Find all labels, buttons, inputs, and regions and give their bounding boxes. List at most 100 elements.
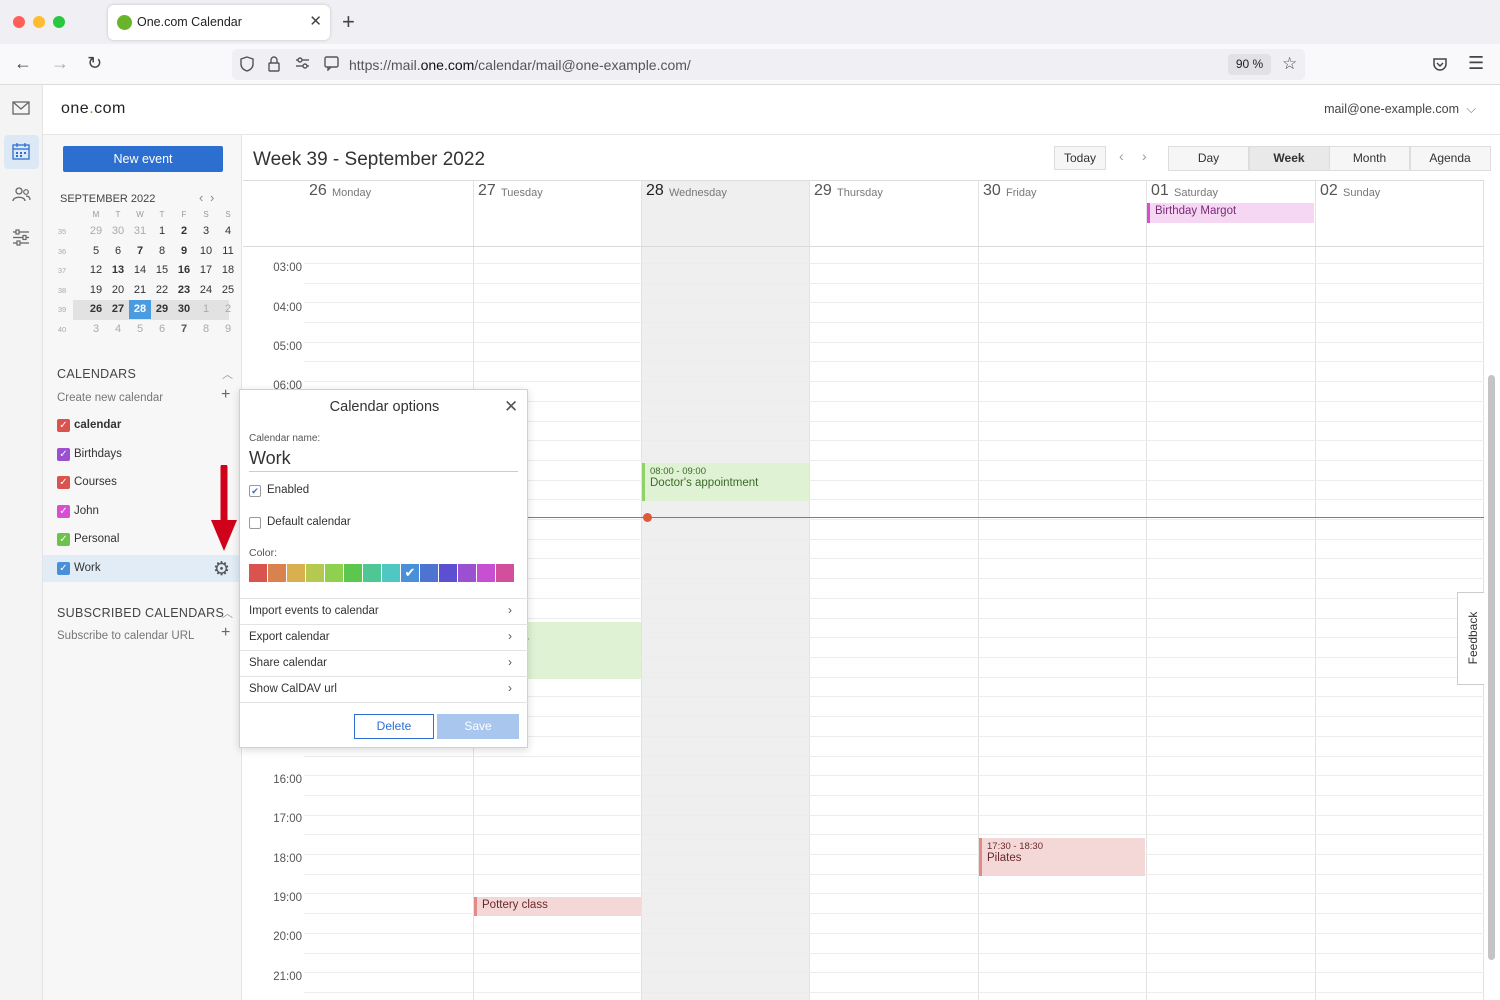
color-swatch[interactable]	[268, 564, 286, 582]
mini-day[interactable]: 11	[217, 242, 239, 261]
close-tab-icon[interactable]: ✕	[309, 12, 322, 30]
day-column-header[interactable]: 29 Thursday	[809, 181, 978, 203]
browser-tab[interactable]: One.com Calendar ✕	[108, 5, 330, 40]
mini-day[interactable]: 6	[151, 320, 173, 339]
prev-week-icon[interactable]: ‹	[1119, 148, 1124, 164]
dialog-option-row[interactable]: Export calendar ›	[240, 624, 528, 650]
mini-day[interactable]: 17	[195, 261, 217, 280]
mini-day[interactable]: 9	[173, 242, 195, 261]
gear-icon[interactable]: ⚙	[213, 558, 230, 581]
mini-next-month-icon[interactable]: ›	[210, 190, 214, 205]
forward-icon[interactable]: →	[51, 53, 69, 74]
bookmark-star-icon[interactable]: ☆	[1282, 54, 1297, 74]
calendar-checkbox[interactable]: ✓	[57, 533, 70, 547]
mini-day[interactable]: 28	[129, 300, 151, 319]
mini-day[interactable]: 7	[173, 320, 195, 339]
add-subscription-icon[interactable]: +	[221, 624, 230, 642]
default-calendar-checkbox[interactable]	[249, 517, 261, 529]
mini-day[interactable]: 10	[195, 242, 217, 261]
mini-day[interactable]: 1	[151, 222, 173, 241]
mail-nav-button[interactable]	[4, 93, 39, 127]
color-swatch[interactable]	[458, 564, 476, 582]
mini-day[interactable]: 16	[173, 261, 195, 280]
mini-day[interactable]: 27	[107, 300, 129, 319]
calendar-event[interactable]: 08:00 - 09:00 Doctor's appointment	[642, 463, 809, 501]
calendar-checkbox[interactable]: ✓	[57, 504, 70, 518]
day-column-header[interactable]: 02 Sunday	[1315, 181, 1483, 203]
url-bar[interactable]: https://mail.one.com/calendar/mail@one-e…	[232, 49, 1305, 80]
calendar-nav-button[interactable]	[4, 135, 39, 169]
close-window-button[interactable]	[13, 16, 25, 28]
mini-day[interactable]: 9	[217, 320, 239, 339]
mini-day[interactable]: 4	[107, 320, 129, 339]
day-column-header[interactable]: 27 Tuesday	[473, 181, 641, 203]
calendar-item[interactable]: ✓ Birthdays	[43, 441, 242, 468]
mini-day[interactable]: 18	[217, 261, 239, 280]
calendar-event[interactable]: Pottery class	[474, 897, 641, 916]
mini-day[interactable]: 22	[151, 281, 173, 300]
calendar-checkbox[interactable]: ✓	[57, 562, 70, 575]
contacts-nav-button[interactable]	[4, 178, 39, 212]
reader-icon[interactable]	[324, 56, 339, 71]
account-menu[interactable]: mail@one-example.com ⌵	[1324, 102, 1476, 117]
mini-day[interactable]: 30	[107, 222, 129, 241]
color-swatch[interactable]	[306, 564, 324, 582]
color-swatch[interactable]	[496, 564, 514, 582]
mini-day[interactable]: 3	[195, 222, 217, 241]
dialog-option-row[interactable]: Show CalDAV url ›	[240, 676, 528, 702]
zoom-level[interactable]: 90 %	[1228, 54, 1271, 75]
mini-day[interactable]: 23	[173, 281, 195, 300]
mini-day[interactable]: 6	[107, 242, 129, 261]
mini-day[interactable]: 14	[129, 261, 151, 280]
color-swatch[interactable]	[477, 564, 495, 582]
day-column-header[interactable]: 01 Saturday	[1146, 181, 1315, 203]
calendar-checkbox[interactable]: ✓	[57, 476, 70, 490]
today-button[interactable]: Today	[1054, 146, 1106, 170]
mini-day[interactable]: 30	[173, 300, 195, 319]
color-swatch[interactable]: ✔	[401, 564, 419, 582]
new-tab-icon[interactable]: +	[342, 9, 355, 35]
calendar-checkbox[interactable]: ✓	[57, 447, 70, 461]
url-text[interactable]: https://mail.one.com/calendar/mail@one-e…	[349, 57, 691, 73]
mini-day[interactable]: 8	[151, 242, 173, 261]
mini-day[interactable]: 24	[195, 281, 217, 300]
calendar-item[interactable]: ✓ Work ⚙	[43, 555, 242, 582]
color-swatch[interactable]	[344, 564, 362, 582]
color-swatch[interactable]	[287, 564, 305, 582]
mini-day[interactable]: 3	[85, 320, 107, 339]
mini-day[interactable]: 7	[129, 242, 151, 261]
mini-day[interactable]: 15	[151, 261, 173, 280]
mini-day[interactable]: 2	[217, 300, 239, 319]
collapse-calendars-icon[interactable]: ︿	[222, 366, 233, 382]
zoom-window-button[interactable]	[53, 16, 65, 28]
mini-day[interactable]: 21	[129, 281, 151, 300]
view-month-button[interactable]: Month	[1329, 146, 1410, 171]
color-swatch[interactable]	[249, 564, 267, 582]
mini-day[interactable]: 12	[85, 261, 107, 280]
dialog-option-row[interactable]: Import events to calendar ›	[240, 598, 528, 624]
mini-day[interactable]: 5	[129, 320, 151, 339]
back-icon[interactable]: ←	[14, 53, 32, 74]
color-swatch[interactable]	[439, 564, 457, 582]
one-com-logo[interactable]: one.com	[61, 100, 126, 118]
close-icon[interactable]: ✕	[504, 397, 518, 417]
permissions-icon[interactable]	[295, 56, 310, 70]
new-event-button[interactable]: New event	[63, 146, 223, 172]
feedback-tab[interactable]: Feedback	[1457, 592, 1484, 685]
mini-day[interactable]: 31	[129, 222, 151, 241]
view-week-button[interactable]: Week	[1248, 146, 1330, 171]
create-new-calendar-link[interactable]: Create new calendar	[57, 392, 163, 404]
calendar-item[interactable]: ✓ calendar	[43, 412, 242, 439]
save-button[interactable]: Save	[437, 714, 519, 739]
mini-day[interactable]: 25	[217, 281, 239, 300]
subscribe-url-link[interactable]: Subscribe to calendar URL	[57, 630, 194, 642]
mini-day[interactable]: 5	[85, 242, 107, 261]
calendar-event[interactable]: Birthday Margot	[1147, 203, 1314, 223]
day-column-header[interactable]: 26 Monday	[304, 181, 473, 203]
reload-icon[interactable]: ↻	[87, 53, 102, 74]
mini-day[interactable]: 4	[217, 222, 239, 241]
mini-day[interactable]: 19	[85, 281, 107, 300]
view-agenda-button[interactable]: Agenda	[1409, 146, 1491, 171]
calendar-name-input[interactable]	[249, 446, 518, 472]
calendar-checkbox[interactable]: ✓	[57, 419, 70, 432]
